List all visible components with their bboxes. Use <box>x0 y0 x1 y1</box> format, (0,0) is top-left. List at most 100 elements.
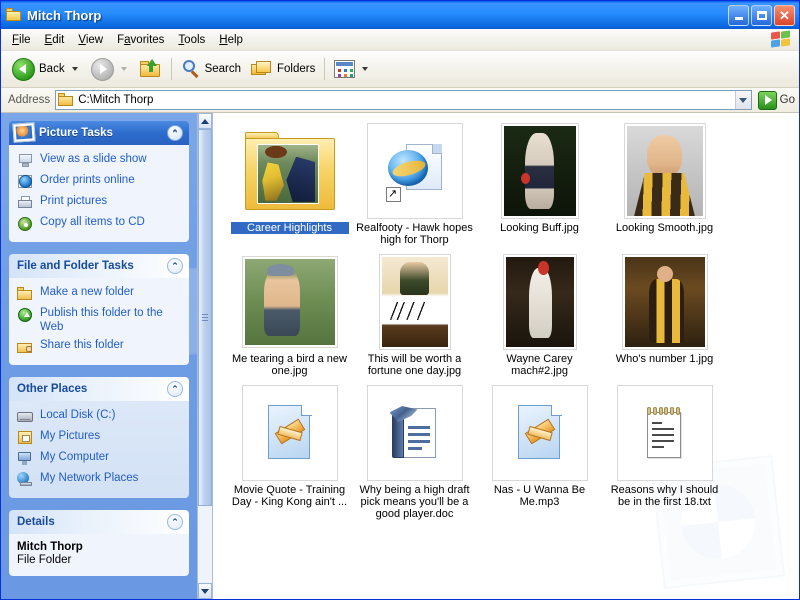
back-label: Back <box>39 63 65 75</box>
menu-favorites[interactable]: Favorites <box>110 32 171 48</box>
back-arrow-icon <box>12 57 35 81</box>
address-input[interactable]: C:\Mitch Thorp <box>55 90 752 110</box>
panel-header-other-places[interactable]: Other Places ⌃ <box>9 377 189 401</box>
title-bar[interactable]: Mitch Thorp ✕ <box>1 1 799 29</box>
views-button[interactable] <box>329 55 376 83</box>
file-item-why-high-draft-pick-doc[interactable]: Why being a high draft pick means you'll… <box>352 385 477 520</box>
forward-dropdown-icon[interactable] <box>120 67 127 71</box>
scroll-down-button[interactable] <box>198 583 212 599</box>
toolbar-separator-2 <box>324 58 326 80</box>
close-button[interactable]: ✕ <box>774 4 795 26</box>
chevron-up-icon[interactable]: ⌃ <box>167 125 183 141</box>
go-button[interactable]: Go <box>757 90 795 110</box>
thumbnail <box>242 123 338 219</box>
scroll-down-icon <box>201 588 209 594</box>
panel-body-details: Mitch Thorp File Folder <box>9 534 189 576</box>
panel-header-details[interactable]: Details ⌃ <box>9 510 189 534</box>
windows-flag-icon <box>771 30 793 49</box>
task-order-prints[interactable]: Order prints online <box>17 171 183 192</box>
file-label: This will be worth a fortune one day.jpg <box>367 353 462 377</box>
panel-header-file-folder-tasks[interactable]: File and Folder Tasks ⌃ <box>9 254 189 278</box>
chevron-up-icon[interactable]: ⌃ <box>167 258 183 274</box>
go-label: Go <box>779 94 795 106</box>
place-my-pictures[interactable]: My Pictures <box>17 427 183 448</box>
panel-title: Details <box>17 516 55 528</box>
panel-title: File and Folder Tasks <box>17 260 134 272</box>
views-icon <box>334 60 356 78</box>
views-dropdown-icon[interactable] <box>362 67 369 71</box>
scrollbar-thumb[interactable] <box>198 129 212 506</box>
folders-icon <box>251 60 273 78</box>
image-thumbnail <box>624 257 705 347</box>
file-item-me-tearing-a-bird[interactable]: Me tearing a bird a new one.jpg <box>227 254 352 377</box>
file-item-movie-quote-training-day[interactable]: Movie Quote - Training Day - King Kong a… <box>227 385 352 520</box>
thumbnail <box>492 123 588 219</box>
publish-web-icon <box>17 307 34 323</box>
task-pane-scrollbar[interactable] <box>197 113 213 599</box>
task-label: Copy all items to CD <box>40 216 145 228</box>
folders-button[interactable]: Folders <box>246 55 320 83</box>
folder-icon <box>58 93 74 107</box>
task-print-pictures[interactable]: Print pictures <box>17 192 183 213</box>
file-label: Nas - U Wanna Be Me.mp3 <box>493 484 586 508</box>
task-label: View as a slide show <box>40 153 147 165</box>
up-button[interactable] <box>135 55 167 83</box>
file-label: Wayne Carey mach#2.jpg <box>506 353 573 377</box>
explorer-window: Mitch Thorp ✕ File Edit View Favorites T… <box>0 0 800 600</box>
image-thumbnail <box>381 257 448 347</box>
task-label: Make a new folder <box>40 286 134 298</box>
address-dropdown-button[interactable] <box>734 91 751 109</box>
file-list-view[interactable]: Career Highlights ↗ Realfooty - Hawk hop… <box>213 113 799 599</box>
thumbnail: ↗ <box>366 123 463 219</box>
file-item-nas-u-wanna-be-me-mp3[interactable]: Nas - U Wanna Be Me.mp3 <box>477 385 602 520</box>
task-share-folder[interactable]: Share this folder <box>17 336 183 357</box>
scrollbar-track[interactable] <box>198 129 212 583</box>
file-label: Looking Buff.jpg <box>500 222 579 234</box>
menu-tools[interactable]: Tools <box>171 32 212 48</box>
task-label: Print pictures <box>40 195 108 207</box>
minimize-button[interactable] <box>728 4 749 26</box>
file-item-reasons-first-18-txt[interactable]: Reasons why I should be in the first 18.… <box>602 385 727 520</box>
place-my-network-places[interactable]: My Network Places <box>17 469 183 490</box>
search-button[interactable]: Search <box>176 55 246 83</box>
menu-view[interactable]: View <box>71 32 110 48</box>
scroll-up-button[interactable] <box>198 113 212 129</box>
panel-header-picture-tasks[interactable]: Picture Tasks ⌃ <box>9 121 189 145</box>
place-label: My Computer <box>40 451 110 463</box>
back-button[interactable]: Back <box>7 55 86 83</box>
file-item-worth-a-fortune[interactable]: This will be worth a fortune one day.jpg <box>352 254 477 377</box>
file-item-career-highlights[interactable]: Career Highlights <box>227 123 352 246</box>
panel-file-folder-tasks: File and Folder Tasks ⌃ Make a new folde… <box>9 254 189 365</box>
file-item-looking-buff[interactable]: Looking Buff.jpg <box>477 123 602 246</box>
internet-explorer-shortcut-icon: ↗ <box>385 140 444 202</box>
task-view-slideshow[interactable]: View as a slide show <box>17 150 183 171</box>
maximize-button[interactable] <box>751 4 772 26</box>
place-my-computer[interactable]: My Computer <box>17 448 183 469</box>
file-item-wayne-carey-mach2[interactable]: Wayne Carey mach#2.jpg <box>477 254 602 377</box>
chevron-up-icon[interactable]: ⌃ <box>167 514 183 530</box>
menu-help[interactable]: Help <box>212 32 250 48</box>
menu-edit[interactable]: Edit <box>38 32 72 48</box>
file-label: Movie Quote - Training Day - King Kong a… <box>231 484 348 508</box>
back-dropdown-icon[interactable] <box>71 67 78 71</box>
chevron-up-icon[interactable]: ⌃ <box>167 381 183 397</box>
file-item-whos-number-1[interactable]: Who's number 1.jpg <box>602 254 727 377</box>
panel-body-picture-tasks: View as a slide show Order prints online… <box>9 145 189 242</box>
place-label: My Network Places <box>40 472 139 484</box>
task-publish-to-web[interactable]: Publish this folder to the Web <box>17 304 183 336</box>
place-local-disk-c[interactable]: Local Disk (C:) <box>17 406 183 427</box>
details-name: Mitch Thorp <box>17 541 83 553</box>
folder-thumbnail-icon <box>244 132 335 210</box>
file-item-looking-smooth[interactable]: Looking Smooth.jpg <box>602 123 727 246</box>
file-label: Why being a high draft pick means you'll… <box>359 484 470 520</box>
forward-button[interactable] <box>86 55 135 83</box>
thumbnail <box>492 254 588 350</box>
task-make-new-folder[interactable]: Make a new folder <box>17 283 183 304</box>
file-item-realfooty-shortcut[interactable]: ↗ Realfooty - Hawk hopes high for Thorp <box>352 123 477 246</box>
file-label: Realfooty - Hawk hopes high for Thorp <box>356 222 473 246</box>
new-folder-icon <box>17 286 34 302</box>
task-copy-to-cd[interactable]: Copy all items to CD <box>17 213 183 234</box>
task-label: Publish this folder to the Web <box>40 307 163 333</box>
menu-file[interactable]: File <box>5 32 38 48</box>
thumbnail <box>241 254 338 350</box>
